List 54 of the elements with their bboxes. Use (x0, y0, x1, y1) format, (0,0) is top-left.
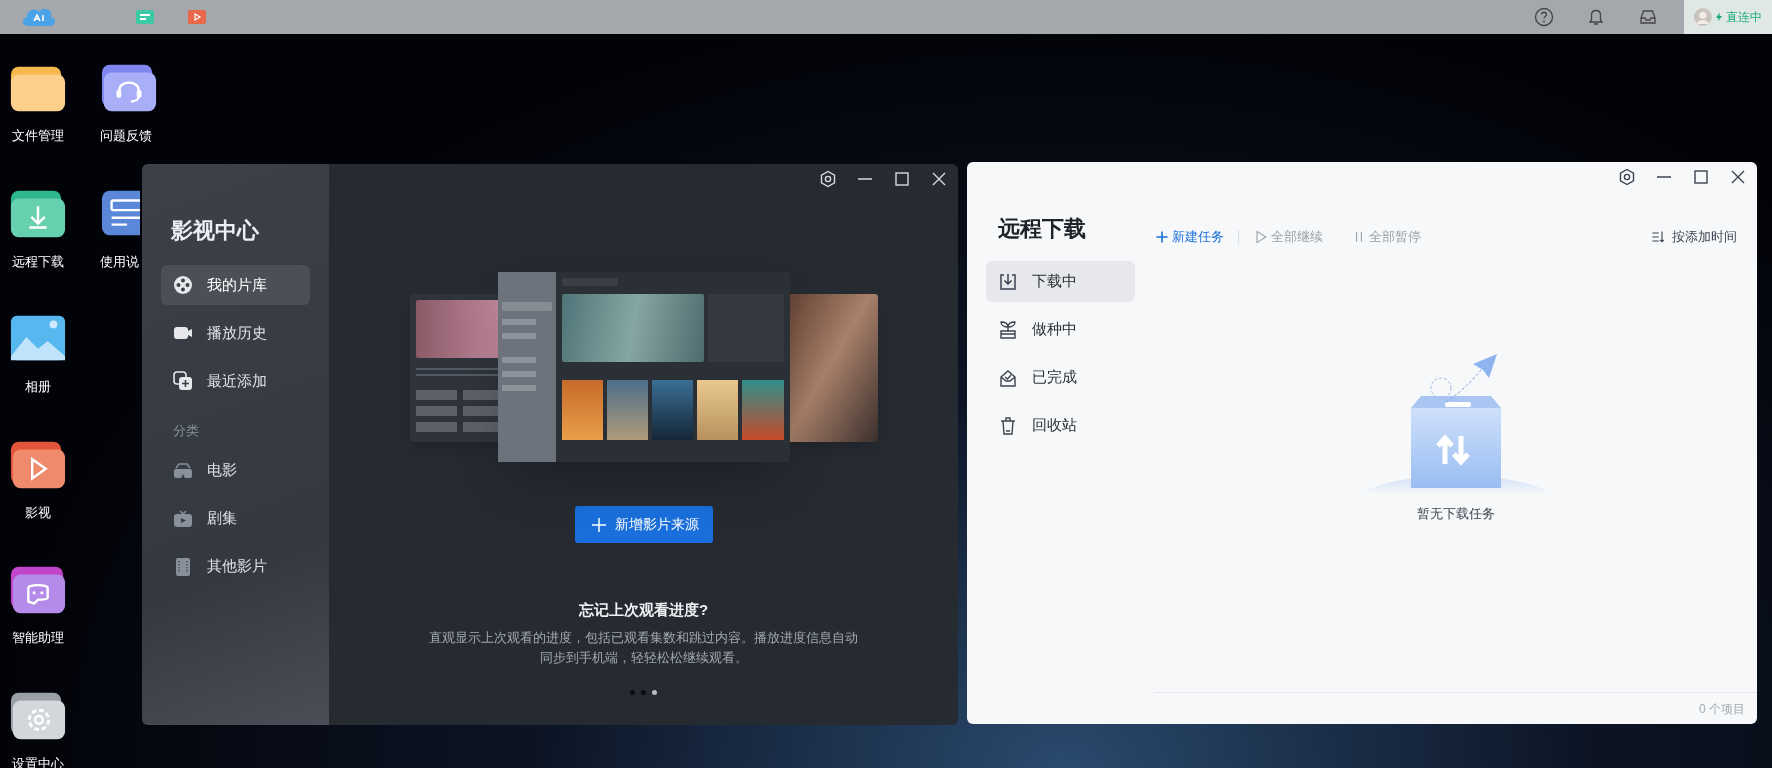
maximize-icon[interactable] (893, 170, 911, 188)
close-icon[interactable] (930, 170, 948, 188)
lightning-icon (1715, 12, 1722, 22)
item-count: 0 个项目 (1699, 700, 1745, 718)
inbox-icon[interactable] (1638, 7, 1658, 27)
sort-icon (1650, 229, 1666, 245)
sprout-pot-icon (998, 319, 1018, 340)
connection-text: 直连中 (1726, 9, 1762, 26)
sidebar-item[interactable]: 做种中 (986, 309, 1135, 350)
maximize-icon[interactable] (1692, 168, 1710, 186)
sidebar-item[interactable]: 最近添加 (161, 361, 310, 401)
headset-icon[interactable] (100, 62, 158, 112)
bell-icon[interactable] (1586, 7, 1606, 27)
tip-description: 直观显示上次观看的进度，包括已观看集数和跳过内容。播放进度信息自动同步到手机端，轻轻松松继续观看。 (428, 628, 859, 667)
play-icon (1253, 229, 1269, 245)
add-source-button[interactable]: 新增影片来源 (574, 506, 713, 543)
sort-button[interactable]: 按添加时间 (1650, 227, 1737, 247)
tv-icon (173, 508, 193, 529)
desktop-icon-label[interactable]: 使用说 (100, 251, 139, 271)
toolbar-button[interactable]: 新建任务 (1154, 227, 1224, 247)
sidebar-item[interactable]: 其他影片 (161, 546, 310, 587)
sidebar-item[interactable]: 电影 (161, 450, 310, 491)
avatar-icon (1694, 7, 1712, 27)
vr-headset-icon (173, 460, 193, 481)
sidebar-item[interactable]: 播放历史 (161, 313, 310, 353)
sidebar-item[interactable]: 已完成 (986, 357, 1135, 398)
sidebar-item[interactable]: 剧集 (161, 498, 310, 539)
tray-download-icon (998, 271, 1018, 292)
tip-title: 忘记上次观看进度? (578, 600, 709, 620)
sidebar-item[interactable]: 下载中 (986, 261, 1135, 302)
settings-icon[interactable] (1618, 168, 1636, 186)
trash-icon (998, 415, 1018, 436)
plus-icon (1154, 229, 1170, 245)
desktop-icon-label[interactable]: 智能助理 (12, 628, 64, 648)
landscape-icon[interactable] (9, 313, 67, 363)
desktop-icon-label[interactable]: 影视 (25, 502, 51, 522)
section-heading: 分类 (173, 422, 200, 440)
film-reel-icon (173, 275, 193, 295)
video-taskbar-icon[interactable] (188, 10, 206, 24)
inbox-check-icon (998, 367, 1018, 388)
window-title: 远程下载 (998, 215, 1087, 243)
desktop-icon-label[interactable]: 文件管理 (12, 126, 64, 146)
close-icon[interactable] (1729, 168, 1747, 186)
desktop-icon-label[interactable]: 相册 (25, 377, 51, 397)
desktop-icon-label[interactable]: 远程下载 (12, 251, 64, 271)
window-title: 影视中心 (171, 217, 260, 245)
help-icon[interactable] (1534, 7, 1554, 27)
film-strip-icon (173, 556, 193, 577)
desktop-icon-label[interactable]: 问题反馈 (100, 126, 152, 146)
empty-message: 暂无下载任务 (1416, 505, 1495, 523)
chat-bot-icon[interactable] (9, 564, 67, 614)
sidebar-item[interactable]: 回收站 (986, 405, 1135, 446)
add-copy-icon (173, 371, 193, 391)
sidebar-item[interactable]: 我的片库 (161, 265, 310, 305)
